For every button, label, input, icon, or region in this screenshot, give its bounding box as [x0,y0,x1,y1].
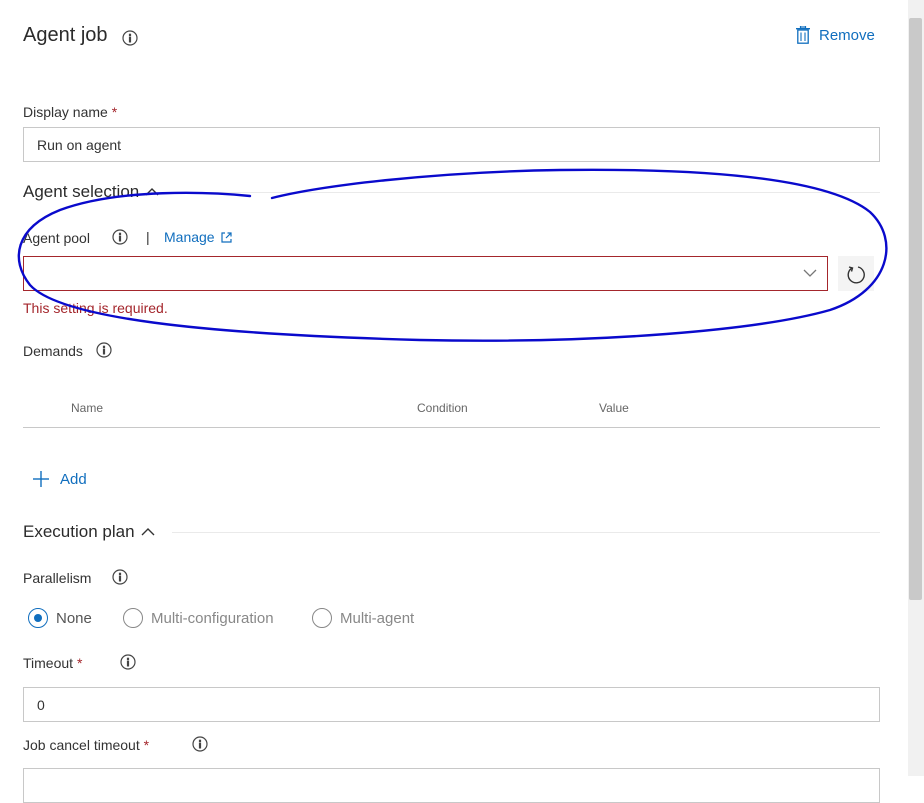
annotation-ellipse [17,168,888,342]
scrollbar-thumb[interactable] [909,18,922,600]
